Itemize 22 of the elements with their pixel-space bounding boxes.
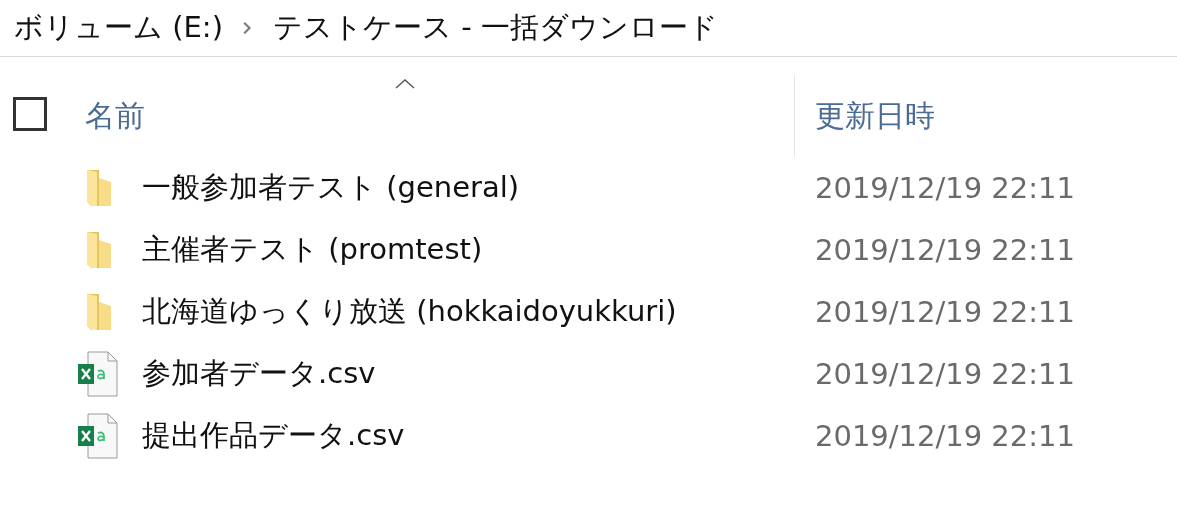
modified-date: 2019/12/19 22:11 — [815, 419, 1075, 453]
spreadsheet-file-icon — [78, 413, 118, 459]
column-header[interactable]: 更新日時 — [795, 75, 1095, 157]
modified-date: 2019/12/19 22:11 — [815, 357, 1075, 391]
select-all-checkbox[interactable] — [13, 97, 47, 131]
modified-date: 2019/12/19 22:11 — [815, 295, 1075, 329]
file-name[interactable]: 主催者テスト (promtest) — [142, 230, 815, 270]
sort-ascending-icon — [395, 79, 415, 89]
column-header[interactable]: 名前 — [85, 75, 795, 157]
file-name[interactable]: 参加者データ.csv — [142, 354, 815, 394]
breadcrumb-item[interactable]: ボリューム (E:) — [14, 8, 223, 48]
chevron-right-icon — [242, 21, 253, 35]
folder-icon — [85, 230, 113, 270]
breadcrumb-item[interactable]: テストケース - 一括ダウンロード — [272, 8, 718, 48]
folder-icon — [85, 292, 113, 332]
file-name[interactable]: 一般参加者テスト (general) — [142, 168, 815, 208]
modified-date: 2019/12/19 22:11 — [815, 233, 1075, 267]
file-name[interactable]: 北海道ゆっくり放送 (hokkaidoyukkuri) — [142, 292, 815, 332]
modified-date: 2019/12/19 22:11 — [815, 171, 1075, 205]
spreadsheet-file-icon — [78, 351, 118, 397]
file-name[interactable]: 提出作品データ.csv — [142, 416, 815, 456]
folder-icon — [85, 168, 113, 208]
